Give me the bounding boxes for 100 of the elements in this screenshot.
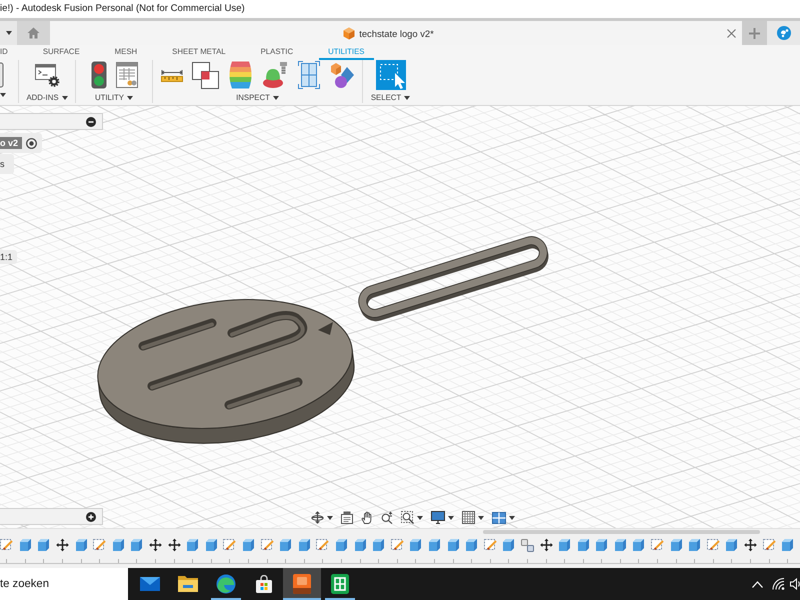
zoom-icon[interactable] <box>381 511 393 524</box>
cube-icon[interactable] <box>37 538 50 552</box>
swirl-circle-icon <box>216 574 236 594</box>
shopping-bag-icon <box>255 575 273 593</box>
caret-icon <box>127 96 134 100</box>
viewports-icon[interactable] <box>492 512 506 524</box>
cube-icon[interactable] <box>614 538 627 552</box>
move-icon[interactable] <box>540 538 553 552</box>
radio-icon[interactable] <box>26 138 38 148</box>
pencil-square-icon[interactable] <box>316 538 330 552</box>
terminal-gear-icon[interactable] <box>34 63 60 87</box>
new-tab-button[interactable] <box>742 21 767 45</box>
table-tile-icon <box>331 574 349 594</box>
collapse-icon[interactable] <box>86 116 96 126</box>
group-menu-button[interactable] <box>0 93 6 97</box>
cube-icon[interactable] <box>558 538 572 552</box>
wifi-icon[interactable] <box>772 578 785 590</box>
pan-icon[interactable] <box>361 511 373 524</box>
caret-icon <box>0 93 6 97</box>
move-icon[interactable] <box>744 538 758 552</box>
browser-node[interactable]: s <box>0 154 14 174</box>
cube-icon[interactable] <box>781 538 794 552</box>
overlapping-squares-icon[interactable] <box>192 62 218 88</box>
pencil-square-icon[interactable] <box>223 538 236 552</box>
pencil-square-icon[interactable] <box>0 538 14 552</box>
ruler-icon[interactable] <box>160 68 182 82</box>
cube-icon[interactable] <box>242 538 256 552</box>
document-tab[interactable]: techstate logo v2* <box>50 21 742 45</box>
traffic-light-icon[interactable] <box>90 61 106 89</box>
cube-icon[interactable] <box>112 538 125 552</box>
envelope-icon <box>140 577 160 591</box>
dome-screw-icon[interactable] <box>262 61 288 89</box>
caret-icon[interactable] <box>509 516 515 520</box>
chevron-up-icon[interactable] <box>752 580 763 588</box>
plus-icon <box>749 28 760 38</box>
home-tab[interactable] <box>17 21 50 45</box>
cut-off-tool-icon[interactable] <box>0 62 4 88</box>
linked-squares-icon[interactable] <box>520 538 534 552</box>
caret-icon[interactable] <box>6 31 12 35</box>
cube-icon[interactable] <box>409 538 422 552</box>
cube-icon[interactable] <box>334 538 348 552</box>
cube-icon[interactable] <box>279 538 292 552</box>
cube-icon[interactable] <box>688 538 702 552</box>
cube-icon[interactable] <box>372 538 386 552</box>
caret-icon[interactable] <box>478 516 484 520</box>
selection-box-icon[interactable] <box>376 60 406 90</box>
orbit-icon[interactable] <box>311 511 324 524</box>
zoom-fit-icon[interactable] <box>401 511 414 524</box>
cube-icon[interactable] <box>18 538 32 552</box>
speaker-icon[interactable] <box>790 578 800 590</box>
grid-icon[interactable] <box>462 511 475 524</box>
pane-grid-icon[interactable] <box>298 61 320 89</box>
cube-icon[interactable] <box>186 538 200 552</box>
shapes-icon[interactable] <box>328 61 354 89</box>
caret-icon <box>62 96 68 100</box>
caret-icon[interactable] <box>448 516 454 520</box>
pencil-square-icon[interactable] <box>260 538 274 552</box>
home-icon <box>27 27 40 39</box>
cube-icon[interactable] <box>465 538 478 552</box>
caret-icon[interactable] <box>327 516 333 520</box>
move-icon[interactable] <box>56 538 70 552</box>
pencil-square-icon[interactable] <box>390 538 404 552</box>
browser-label: s <box>0 158 6 170</box>
pencil-square-icon[interactable] <box>706 538 720 552</box>
caret-icon[interactable] <box>417 516 423 520</box>
cube-icon <box>343 26 356 40</box>
search-field[interactable]: te zoeken <box>0 568 128 600</box>
cube-icon[interactable] <box>130 538 144 552</box>
round-status-icon[interactable] <box>776 26 790 40</box>
app-tile-icon <box>293 574 311 594</box>
ratio-label: 1:1 <box>0 250 17 264</box>
browser-node[interactable]: o v2 <box>0 133 42 153</box>
cube-icon[interactable] <box>632 538 646 552</box>
cube-icon[interactable] <box>670 538 683 552</box>
clipboard-icon[interactable] <box>341 511 353 524</box>
pencil-square-icon[interactable] <box>651 538 664 552</box>
cube-icon[interactable] <box>74 538 88 552</box>
move-icon[interactable] <box>149 538 162 552</box>
cube-icon[interactable] <box>502 538 516 552</box>
monitor-icon[interactable] <box>431 511 445 524</box>
cube-icon[interactable] <box>725 538 738 552</box>
cube-icon[interactable] <box>354 538 367 552</box>
window-title: ie!) - Autodesk Fusion Personal (Not for Commercial Use) <box>0 3 245 15</box>
caret-icon <box>272 96 279 100</box>
pencil-square-icon[interactable] <box>762 538 776 552</box>
cube-icon[interactable] <box>298 538 311 552</box>
cube-icon[interactable] <box>428 538 441 552</box>
cube-icon[interactable] <box>446 538 460 552</box>
cube-icon[interactable] <box>576 538 590 552</box>
close-icon[interactable] <box>727 28 736 38</box>
expand-icon[interactable] <box>86 512 96 522</box>
folder-icon <box>178 576 198 592</box>
pencil-square-icon[interactable] <box>484 538 497 552</box>
pencil-square-icon[interactable] <box>93 538 106 552</box>
cube-icon[interactable] <box>204 538 218 552</box>
move-icon[interactable] <box>168 538 181 552</box>
table-sheet-icon[interactable] <box>116 62 138 88</box>
cube-icon[interactable] <box>595 538 608 552</box>
caret-icon <box>404 96 410 100</box>
rainbow-barrel-icon[interactable] <box>228 61 252 89</box>
